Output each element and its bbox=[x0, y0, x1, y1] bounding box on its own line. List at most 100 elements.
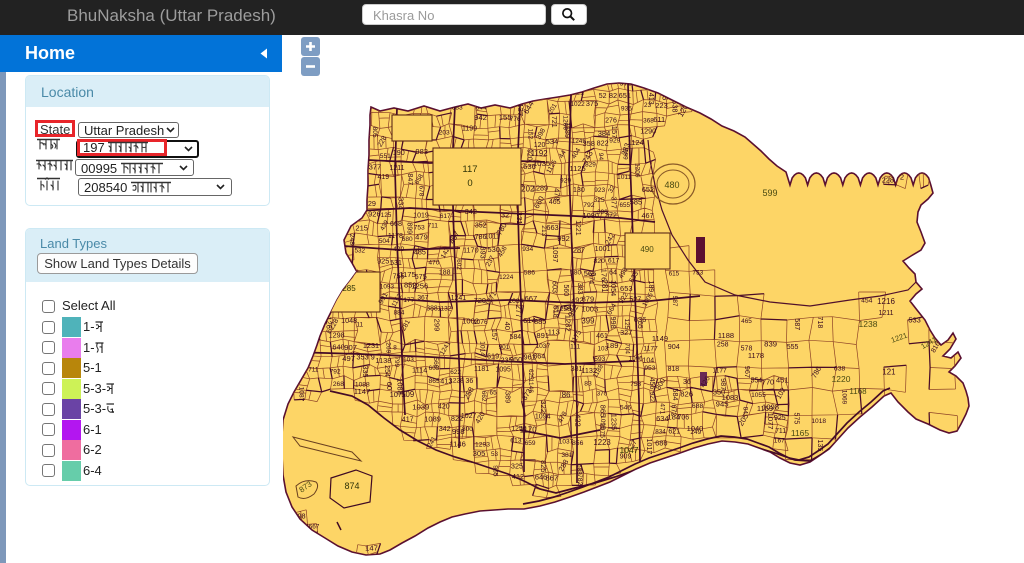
svg-text:461: 461 bbox=[596, 333, 608, 340]
svg-text:157: 157 bbox=[490, 329, 498, 341]
svg-text:617: 617 bbox=[440, 213, 451, 220]
svg-text:826: 826 bbox=[680, 390, 693, 399]
svg-text:925: 925 bbox=[377, 257, 389, 266]
svg-text:29: 29 bbox=[368, 199, 376, 208]
svg-text:721: 721 bbox=[550, 116, 557, 128]
svg-text:718: 718 bbox=[816, 317, 823, 329]
svg-text:667: 667 bbox=[524, 294, 537, 303]
svg-text:527: 527 bbox=[629, 294, 641, 303]
svg-text:651: 651 bbox=[619, 91, 631, 100]
svg-text:23: 23 bbox=[644, 102, 652, 109]
svg-text:603: 603 bbox=[429, 365, 440, 372]
svg-text:575: 575 bbox=[415, 272, 427, 281]
svg-text:856: 856 bbox=[572, 440, 584, 447]
svg-text:189: 189 bbox=[647, 281, 654, 293]
svg-text:950: 950 bbox=[510, 355, 523, 364]
svg-text:1189: 1189 bbox=[563, 122, 572, 137]
svg-text:653: 653 bbox=[620, 284, 633, 293]
svg-text:1019: 1019 bbox=[413, 213, 429, 220]
svg-text:586: 586 bbox=[524, 270, 536, 277]
svg-text:1239: 1239 bbox=[927, 305, 943, 312]
svg-text:1095: 1095 bbox=[496, 367, 511, 374]
svg-text:65: 65 bbox=[489, 390, 497, 397]
svg-text:1192: 1192 bbox=[531, 149, 548, 158]
svg-text:1087: 1087 bbox=[298, 387, 305, 402]
svg-text:663: 663 bbox=[546, 223, 558, 232]
svg-text:1177: 1177 bbox=[643, 346, 658, 353]
svg-text:884: 884 bbox=[394, 310, 405, 317]
svg-text:1188: 1188 bbox=[718, 331, 734, 340]
svg-text:659: 659 bbox=[525, 440, 536, 447]
svg-text:1209: 1209 bbox=[633, 163, 640, 178]
svg-text:782: 782 bbox=[576, 474, 583, 486]
svg-text:1177: 1177 bbox=[713, 368, 728, 375]
svg-text:412: 412 bbox=[512, 472, 524, 481]
svg-text:899: 899 bbox=[406, 222, 413, 234]
svg-text:479: 479 bbox=[415, 232, 428, 241]
svg-text:1298: 1298 bbox=[329, 330, 345, 339]
svg-text:375: 375 bbox=[586, 99, 599, 108]
svg-text:998: 998 bbox=[609, 317, 618, 329]
svg-text:384: 384 bbox=[598, 129, 611, 138]
svg-text:533: 533 bbox=[908, 315, 921, 324]
svg-text:829: 829 bbox=[585, 162, 596, 169]
svg-text:177: 177 bbox=[403, 297, 414, 304]
svg-text:1181: 1181 bbox=[474, 366, 489, 373]
svg-text:805: 805 bbox=[661, 88, 670, 101]
svg-text:353: 353 bbox=[356, 352, 368, 361]
svg-text:680: 680 bbox=[402, 236, 413, 243]
svg-text:1011: 1011 bbox=[617, 174, 632, 181]
svg-text:1211: 1211 bbox=[878, 310, 893, 317]
svg-text:335: 335 bbox=[361, 365, 370, 377]
svg-text:1228: 1228 bbox=[449, 378, 464, 385]
svg-text:104: 104 bbox=[642, 358, 654, 365]
svg-text:800: 800 bbox=[462, 426, 473, 433]
svg-text:60: 60 bbox=[385, 382, 394, 390]
svg-text:1149: 1149 bbox=[652, 334, 668, 343]
svg-text:587: 587 bbox=[671, 296, 678, 307]
svg-text:534: 534 bbox=[546, 137, 559, 146]
svg-text:1089: 1089 bbox=[424, 414, 441, 423]
svg-text:8: 8 bbox=[393, 345, 397, 352]
svg-text:1093: 1093 bbox=[380, 284, 395, 291]
svg-text:753: 753 bbox=[630, 381, 641, 388]
svg-text:753: 753 bbox=[414, 225, 425, 232]
svg-text:470: 470 bbox=[428, 260, 439, 267]
svg-text:422: 422 bbox=[573, 414, 582, 427]
svg-text:1055: 1055 bbox=[751, 392, 766, 399]
svg-text:532: 532 bbox=[354, 248, 365, 255]
svg-text:617: 617 bbox=[608, 257, 620, 264]
svg-text:923: 923 bbox=[594, 187, 605, 194]
svg-text:1037: 1037 bbox=[535, 343, 550, 350]
svg-text:799: 799 bbox=[393, 356, 400, 367]
svg-text:704: 704 bbox=[624, 343, 631, 354]
svg-text:822: 822 bbox=[597, 139, 609, 148]
svg-text:254: 254 bbox=[383, 365, 391, 377]
svg-text:281: 281 bbox=[600, 280, 609, 293]
svg-text:377: 377 bbox=[369, 163, 382, 172]
svg-text:847: 847 bbox=[406, 173, 414, 185]
svg-text:1216: 1216 bbox=[877, 297, 895, 306]
svg-text:117: 117 bbox=[462, 164, 477, 175]
svg-text:1096: 1096 bbox=[629, 355, 644, 362]
svg-text:935: 935 bbox=[621, 106, 632, 113]
svg-text:497: 497 bbox=[342, 354, 355, 363]
svg-text:683: 683 bbox=[452, 105, 463, 112]
svg-text:638: 638 bbox=[834, 365, 846, 372]
svg-text:805: 805 bbox=[371, 127, 378, 138]
svg-text:277: 277 bbox=[514, 305, 523, 318]
svg-text:1017: 1017 bbox=[645, 439, 653, 455]
svg-text:580: 580 bbox=[570, 269, 581, 276]
svg-text:922: 922 bbox=[648, 392, 655, 403]
svg-text:327: 327 bbox=[620, 328, 632, 337]
svg-text:953: 953 bbox=[644, 365, 655, 372]
svg-text:40: 40 bbox=[503, 322, 512, 330]
svg-text:792: 792 bbox=[330, 369, 341, 376]
svg-text:268: 268 bbox=[333, 381, 344, 388]
svg-text:867: 867 bbox=[545, 474, 558, 483]
svg-text:367: 367 bbox=[417, 294, 428, 301]
svg-text:1224: 1224 bbox=[499, 274, 514, 281]
svg-text:640: 640 bbox=[332, 343, 344, 352]
svg-text:706: 706 bbox=[678, 415, 690, 422]
svg-text:1165: 1165 bbox=[791, 428, 810, 438]
